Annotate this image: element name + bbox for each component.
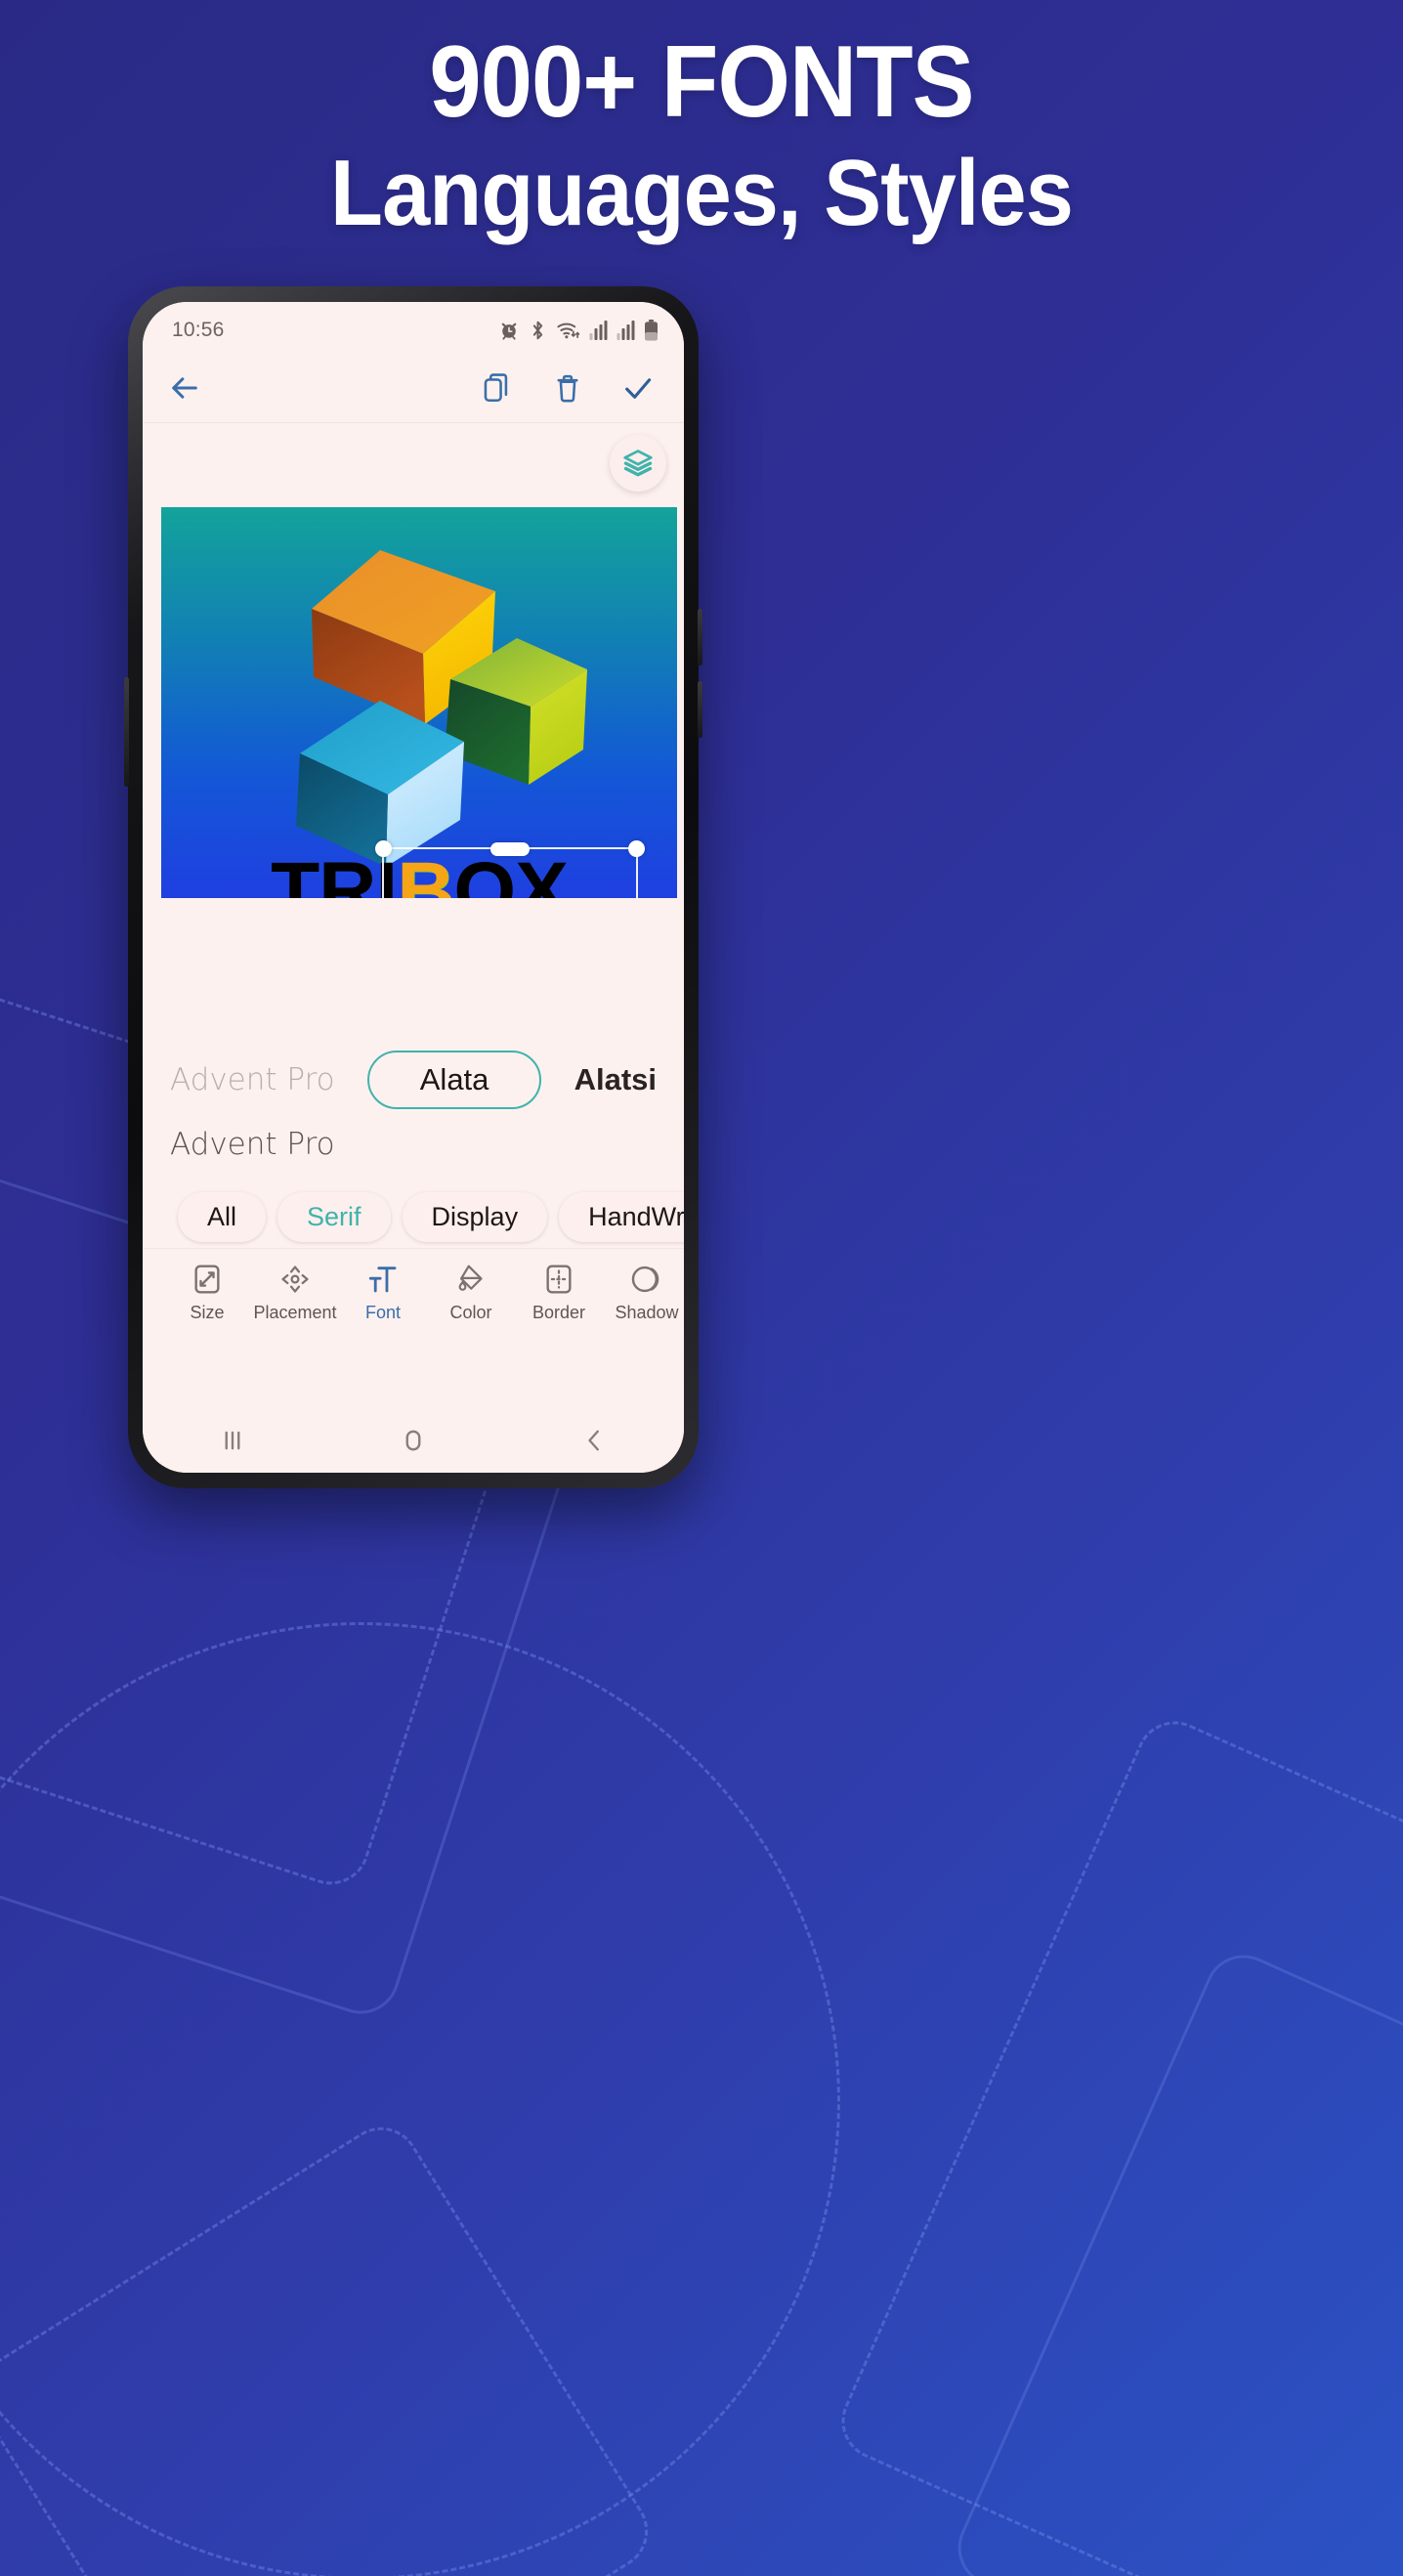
nav-back-button[interactable] <box>555 1416 633 1465</box>
resize-icon <box>194 1265 220 1294</box>
nav-home-button[interactable] <box>374 1416 452 1465</box>
artboard[interactable]: TRIBOX <box>161 507 677 898</box>
recents-icon <box>225 1431 240 1450</box>
check-icon[interactable] <box>621 371 655 405</box>
phone-screen: 10:56 TRIBOX Advent Pro Alata Alatsi Adv… <box>143 302 684 1473</box>
font-option-advent-pro[interactable]: Advent Pro <box>170 1062 335 1097</box>
resize-handle-top[interactable] <box>490 842 530 856</box>
tool-size[interactable]: Size <box>164 1263 250 1323</box>
font-option-alata-selected[interactable]: Alata <box>366 1051 542 1109</box>
power-button[interactable] <box>698 609 702 665</box>
editor-canvas-area: TRIBOX <box>143 423 684 994</box>
battery-icon <box>645 320 658 341</box>
editor-top-toolbar <box>143 353 684 423</box>
chip-display[interactable]: Display <box>402 1191 548 1242</box>
layers-button[interactable] <box>610 435 666 492</box>
android-nav-bar <box>143 1408 684 1473</box>
nav-recents-button[interactable] <box>193 1416 272 1465</box>
tool-placement[interactable]: Placement <box>252 1263 338 1323</box>
headline-line-2: Languages, Styles <box>330 140 1074 245</box>
tool-font[interactable]: Font <box>340 1263 426 1323</box>
topbar-actions <box>481 371 655 405</box>
resize-handle-top-left[interactable] <box>375 840 392 857</box>
tool-border[interactable]: Border <box>516 1263 602 1323</box>
tool-shadow[interactable]: Shadow <box>604 1263 684 1323</box>
headline-line-1: 900+ FONTS <box>429 25 974 139</box>
tool-label: Size <box>190 1303 225 1322</box>
signal-icon <box>589 321 608 340</box>
tool-label: Border <box>531 1303 586 1322</box>
phone-mockup: 10:56 TRIBOX Advent Pro Alata Alatsi Adv… <box>124 286 702 1488</box>
tool-color[interactable]: Color <box>428 1263 514 1323</box>
font-picker: Advent Pro Alata Alatsi Advent Pro <box>143 994 684 1185</box>
layers-icon <box>623 450 653 477</box>
font-icon <box>368 1267 397 1293</box>
back-arrow-icon[interactable] <box>168 371 201 405</box>
tool-label: Color <box>449 1303 492 1322</box>
font-list-row-2: Advent Pro <box>143 1109 684 1162</box>
font-option-advent-pro-2[interactable]: Advent Pro <box>170 1127 657 1162</box>
editor-tool-bar: Size Placement Font Color Border Shadow <box>143 1248 684 1350</box>
home-icon <box>405 1430 421 1451</box>
chip-handwriting[interactable]: HandWriting <box>559 1191 684 1242</box>
signal-icon <box>616 321 635 340</box>
font-category-chips: All Serif Display HandWriting <box>143 1185 684 1248</box>
font-list-row-1: Advent Pro Alata Alatsi <box>143 1051 684 1109</box>
volume-button[interactable] <box>124 677 129 787</box>
bixby-button[interactable] <box>698 681 702 738</box>
back-chevron-icon <box>587 1430 599 1451</box>
tool-label: Placement <box>253 1303 337 1322</box>
trash-icon[interactable] <box>551 371 584 405</box>
status-time: 10:56 <box>172 319 225 341</box>
alarm-icon <box>501 322 517 340</box>
promo-headline: 900+ FONTS Languages, Styles <box>0 25 1403 245</box>
chip-serif[interactable]: Serif <box>277 1191 391 1242</box>
selection-box[interactable] <box>375 840 645 898</box>
duplicate-icon[interactable] <box>481 371 514 405</box>
chip-all[interactable]: All <box>178 1191 267 1242</box>
tool-label: Shadow <box>615 1303 679 1322</box>
tool-label: Font <box>364 1303 402 1322</box>
shadow-icon <box>631 1266 659 1293</box>
color-fill-icon <box>458 1265 483 1291</box>
wifi-icon <box>557 322 580 339</box>
status-bar: 10:56 <box>143 302 684 353</box>
border-icon <box>546 1265 572 1294</box>
status-icons <box>498 320 659 341</box>
font-option-alatsi[interactable]: Alatsi <box>574 1062 657 1097</box>
placement-icon <box>281 1266 309 1293</box>
resize-handle-top-right[interactable] <box>628 840 645 857</box>
bluetooth-icon <box>532 321 543 340</box>
